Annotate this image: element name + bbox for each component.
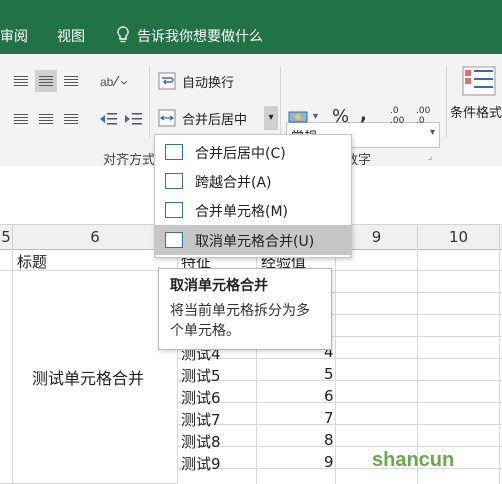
accounting-format-button[interactable]: ▾ — [288, 109, 322, 129]
table-row-name[interactable]: 测试8 — [181, 431, 221, 452]
menu-item-label: 合并单元格(M) — [195, 204, 289, 220]
table-row-name[interactable]: 测试5 — [181, 365, 221, 386]
menu-item-merge-center[interactable]: 合并后居中(C) — [155, 137, 351, 167]
menu-item-merge-cells[interactable]: 合并单元格(M) — [155, 195, 351, 225]
unmerge-cells-icon — [165, 232, 183, 248]
merge-center-label: 合并后居中 — [182, 113, 248, 128]
chevron-down-icon: ▾ — [313, 111, 319, 122]
tooltip: 取消单元格合并 将当前单元格拆分为多个单元格。 — [158, 268, 332, 350]
table-row-value[interactable]: 7 — [324, 409, 334, 427]
grid-line — [177, 402, 502, 403]
increase-decimal-button[interactable]: .0 .00 — [390, 106, 412, 126]
table-row-value[interactable]: 6 — [324, 387, 334, 405]
menu-item-label: 合并后居中(C) — [195, 146, 286, 162]
tab-view[interactable]: 视图 — [57, 26, 85, 46]
conditional-format-icon[interactable] — [462, 66, 496, 100]
grid-line — [177, 380, 502, 381]
conditional-format-label[interactable]: 条件格式 — [450, 102, 502, 121]
cell-title[interactable]: 标题 — [17, 251, 47, 272]
tab-review[interactable]: 审阅 — [0, 26, 28, 46]
dialog-launcher-icon[interactable]: ⌟ — [428, 152, 432, 162]
menu-item-merge-across[interactable]: 跨越合并(A) — [155, 166, 351, 196]
wrap-text-button[interactable]: 自动换行 — [158, 70, 248, 92]
grid-line — [177, 446, 502, 447]
percent-style-button[interactable]: % — [332, 106, 349, 127]
merged-cell[interactable]: 测试单元格合并 — [32, 365, 144, 389]
table-row-value[interactable]: 9 — [324, 453, 334, 471]
chevron-down-icon: ▾ — [429, 127, 435, 138]
comma-style-button[interactable]: , — [360, 104, 367, 125]
align-top-icon[interactable] — [10, 70, 32, 92]
ribbon-divider — [280, 66, 281, 138]
merge-center-button[interactable]: 合并后居中 ▾ — [158, 106, 278, 130]
menu-item-label: 取消单元格合并(U) — [195, 234, 315, 250]
currency-icon — [288, 109, 310, 131]
tooltip-title: 取消单元格合并 — [170, 278, 268, 294]
merge-cells-icon — [165, 202, 183, 218]
orientation-icon[interactable]: ab — [98, 70, 128, 92]
tell-me-search[interactable]: 告诉我你想要做什么 — [137, 26, 263, 46]
merge-center-icon — [158, 109, 176, 131]
align-bottom-icon[interactable] — [60, 70, 82, 92]
ribbon-divider — [149, 66, 150, 138]
ribbon-divider — [446, 66, 447, 138]
ribbon-tab-bar: 审阅 视图 告诉我你想要做什么 — [0, 0, 502, 54]
grid-line — [335, 249, 336, 484]
table-row-value[interactable]: 8 — [324, 431, 334, 449]
table-row-name[interactable]: 测试6 — [181, 387, 221, 408]
decrease-decimal-button[interactable]: .00 .0 — [416, 106, 438, 126]
table-row-name[interactable]: 测试7 — [181, 409, 221, 430]
merge-across-icon — [165, 173, 183, 189]
align-left-icon[interactable] — [10, 108, 32, 130]
column-header[interactable]: 10 — [418, 225, 500, 249]
lightbulb-icon — [116, 26, 130, 48]
menu-item-unmerge-cells[interactable]: 取消单元格合并(U) — [155, 225, 351, 255]
table-row-name[interactable]: 测试9 — [181, 453, 221, 474]
merge-center-icon — [165, 144, 183, 160]
watermark-logo: shancun — [372, 449, 455, 471]
column-header[interactable]: 5 — [0, 225, 13, 249]
increase-indent-icon[interactable] — [122, 108, 144, 130]
grid-line — [499, 249, 500, 484]
wrap-text-label: 自动换行 — [182, 76, 235, 91]
align-middle-icon[interactable] — [35, 70, 57, 92]
grid-line — [177, 358, 502, 359]
align-right-icon[interactable] — [60, 108, 82, 130]
menu-item-label: 跨越合并(A) — [195, 175, 272, 191]
merge-center-dropdown-arrow[interactable]: ▾ — [264, 106, 278, 130]
decrease-indent-icon[interactable] — [97, 108, 119, 130]
svg-text:ab: ab — [100, 75, 114, 89]
align-center-icon[interactable] — [35, 108, 57, 130]
table-row-value[interactable]: 5 — [324, 365, 334, 383]
wrap-text-icon — [158, 72, 176, 94]
grid-line — [12, 249, 13, 484]
grid-line — [177, 424, 502, 425]
tooltip-body: 将当前单元格拆分为多个单元格。 — [170, 303, 310, 339]
merge-dropdown-menu: 合并后居中(C) 跨越合并(A) 合并单元格(M) 取消单元格合并(U) — [154, 134, 352, 258]
